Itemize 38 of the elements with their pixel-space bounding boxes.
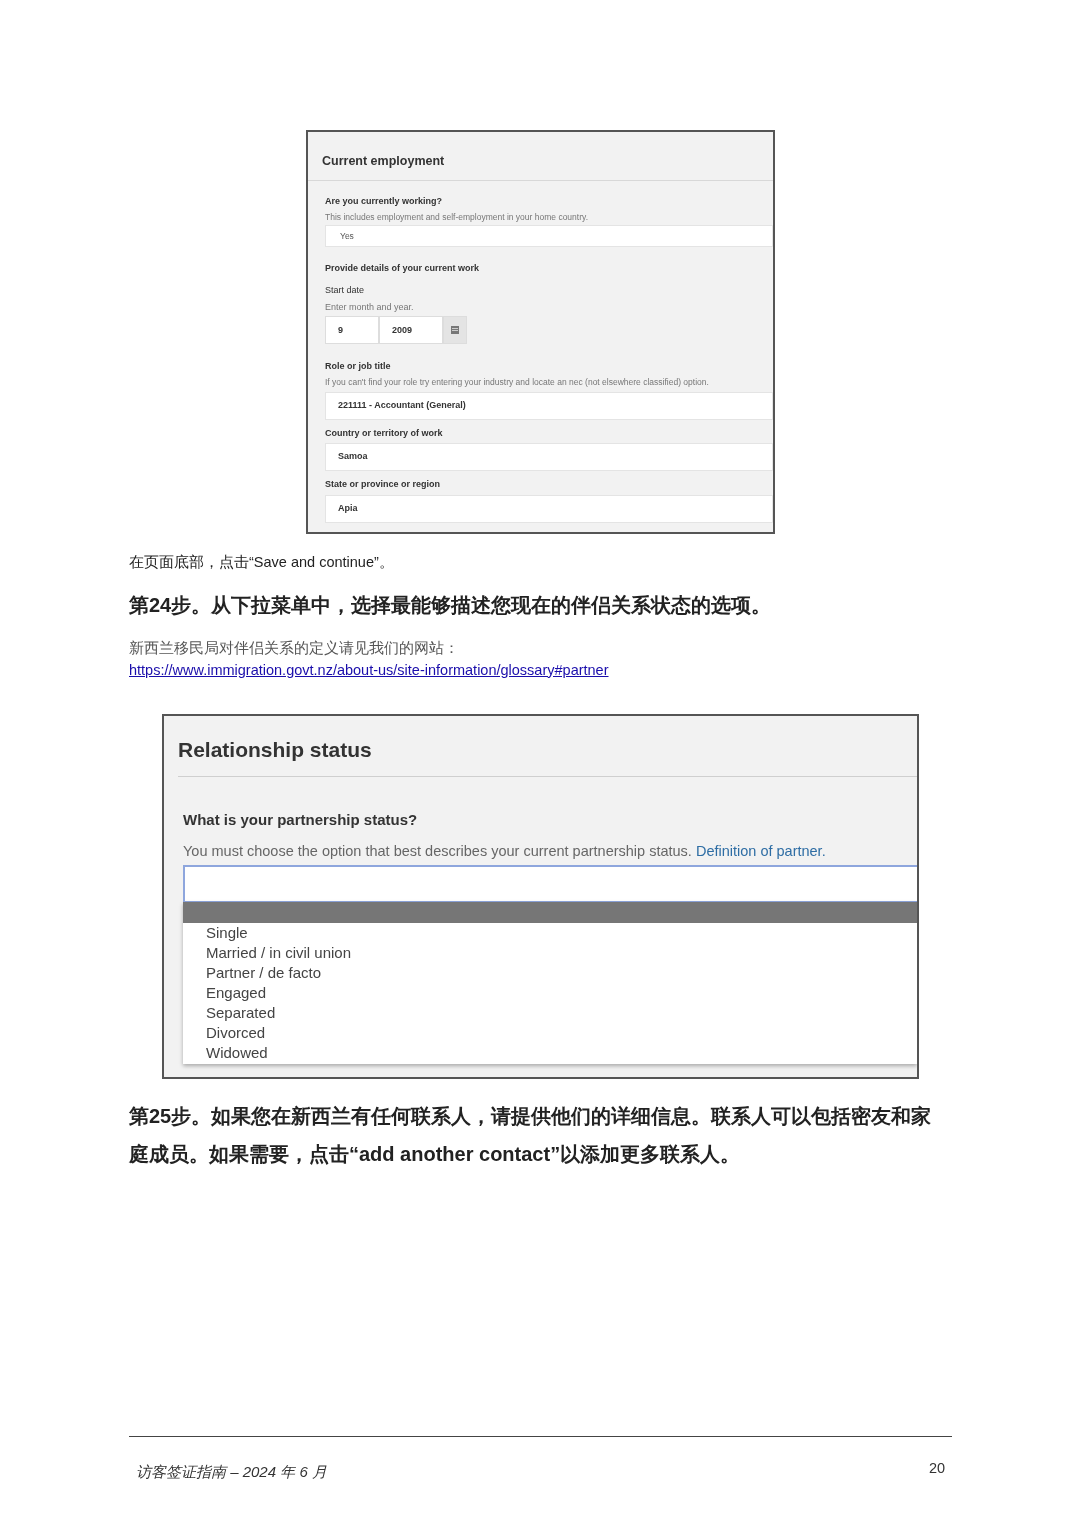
select-field[interactable]: Yes xyxy=(325,225,773,248)
field-label: Role or job title xyxy=(325,360,391,374)
field-label: State or province or region xyxy=(325,478,441,491)
question-hint: You must choose the option that best describes your current partnership status. Definition of partner. xyxy=(183,842,826,862)
select-field[interactable]: 221111 - Accountant (General) xyxy=(325,391,773,420)
month-field[interactable]: 9 xyxy=(325,316,379,345)
step-heading: 第24步。从下拉菜单中，选择最能够描述您现在的伴侣关系状态的选项。 xyxy=(129,592,772,618)
dropdown-option[interactable]: Partner / de facto xyxy=(183,963,322,984)
page-number: 20 xyxy=(929,1459,946,1478)
field-label: Country or territory of work xyxy=(325,426,443,440)
dropdown-option[interactable]: Widowed xyxy=(183,1043,268,1064)
year-field[interactable]: 2009 xyxy=(379,316,443,345)
select-field[interactable]: Apia xyxy=(325,494,773,523)
partner-link[interactable]: Definition of partner. xyxy=(695,843,826,860)
select-field[interactable]: Samoa xyxy=(325,443,773,471)
note-text: 新西兰移民局对伴侣关系的定义请见我们的网站： xyxy=(129,638,459,658)
section-title: Relationship status xyxy=(178,738,372,762)
field-hint: If you can't find your role try entering your industry and locate an nec (not elsewhere classified) option. xyxy=(325,375,709,389)
field-hint: Enter month and year. xyxy=(325,300,414,314)
dropdown-option[interactable]: Separated xyxy=(183,1003,276,1024)
dropdown-option[interactable]: Divorced xyxy=(183,1023,266,1044)
field-label: Start date xyxy=(325,284,365,298)
blank-option[interactable] xyxy=(183,902,917,924)
instruction-text: 在页面底部，点击“Save and continue”。 xyxy=(129,553,394,572)
dropdown-option[interactable]: Single xyxy=(183,923,248,944)
calendar-button[interactable] xyxy=(443,316,467,345)
field-hint: This includes employment and self-employment in your home country. xyxy=(325,210,588,224)
section-heading: Provide details of your current work xyxy=(325,263,480,274)
partnership-select[interactable] xyxy=(183,865,917,903)
footer-title: 访客签证指南 – 2024 年 6 月 xyxy=(136,1462,327,1482)
dropdown-option[interactable]: Engaged xyxy=(183,983,267,1004)
calendar-icon xyxy=(451,326,459,335)
question-label: What is your partnership status? xyxy=(183,809,418,830)
step-heading: 第25步。如果您在新西兰有任何联系人，请提供他们的详细信息。联系人可以包括密友和家庭成员。如果需要，点击“add another contact”以添加更多联系人。 xyxy=(129,1105,932,1166)
section-title: Current employment xyxy=(322,154,445,168)
field-label: Are you currently working? xyxy=(325,195,443,208)
glossary-link[interactable]: https://www.immigration.govt.nz/about-us/site-information/glossary#partner xyxy=(129,659,609,682)
dropdown-option[interactable]: Married / in civil union xyxy=(183,943,352,964)
